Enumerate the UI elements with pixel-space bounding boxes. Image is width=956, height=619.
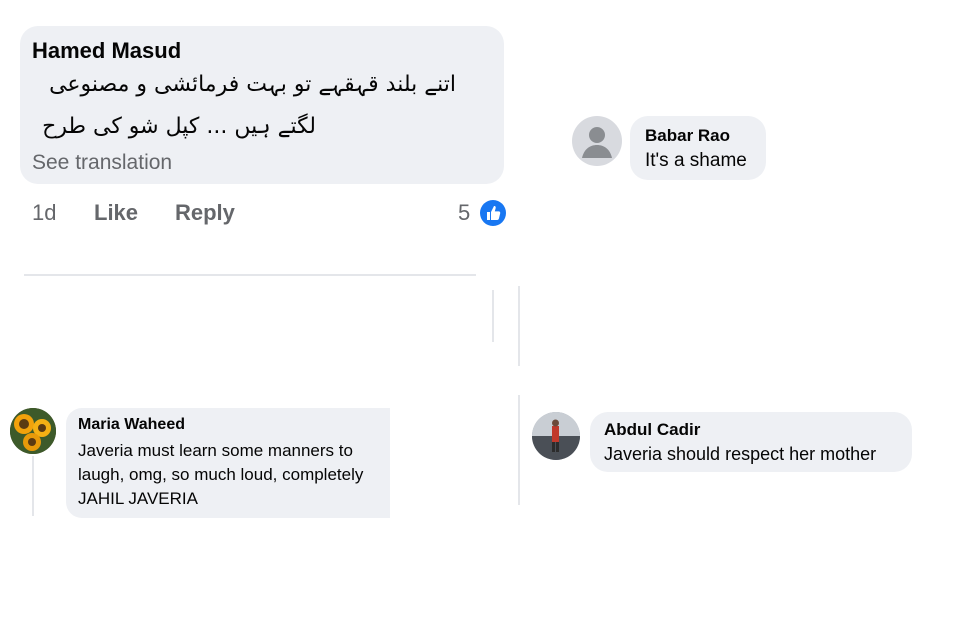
comment-text-line: laugh, omg, so much loud, completely <box>78 465 364 484</box>
comment-author[interactable]: Babar Rao <box>645 126 730 146</box>
comment-bubble-hamed: Hamed Masud اتنے بلند قہقہے تو بہت فرمائ… <box>20 26 504 184</box>
comment-text-line: اتنے بلند قہقہے تو بہت فرمائشی و مصنوعی <box>49 72 456 97</box>
see-translation-link[interactable]: See translation <box>32 151 172 175</box>
comment-author[interactable]: Abdul Cadir <box>604 420 700 440</box>
reaction-count[interactable]: 5 <box>458 200 470 226</box>
comment-bubble-abdul: Abdul Cadir Javeria should respect her m… <box>590 412 912 472</box>
comment-author[interactable]: Hamed Masud <box>32 38 181 64</box>
comment-bubble-maria: Maria Waheed Javeria must learn some man… <box>66 408 390 518</box>
like-button[interactable]: Like <box>94 200 138 226</box>
comment-text: Javeria should respect her mother <box>604 444 877 464</box>
comment-text: It's a shame <box>645 150 747 171</box>
panel-border <box>492 290 494 342</box>
comment-text-line: Javeria must learn some manners to <box>78 441 353 460</box>
comment-timestamp[interactable]: 1d <box>32 200 56 226</box>
comment-author[interactable]: Maria Waheed <box>78 416 185 434</box>
like-reaction-icon <box>480 200 506 226</box>
default-user-avatar[interactable] <box>572 116 622 166</box>
panel-border <box>518 286 520 366</box>
comment-bubble-babar: Babar Rao It's a shame <box>630 116 766 180</box>
person-photo-avatar[interactable] <box>532 412 580 460</box>
comment-text-line: لگتے ہیں ... کپل شو کی طرح <box>42 114 316 139</box>
comment-text-line: JAHIL JAVERIA <box>78 489 198 508</box>
divider <box>24 274 476 276</box>
reply-thread-line <box>32 456 34 516</box>
sunflower-avatar[interactable] <box>10 408 56 454</box>
panel-border <box>518 395 520 505</box>
reply-button[interactable]: Reply <box>175 200 235 226</box>
